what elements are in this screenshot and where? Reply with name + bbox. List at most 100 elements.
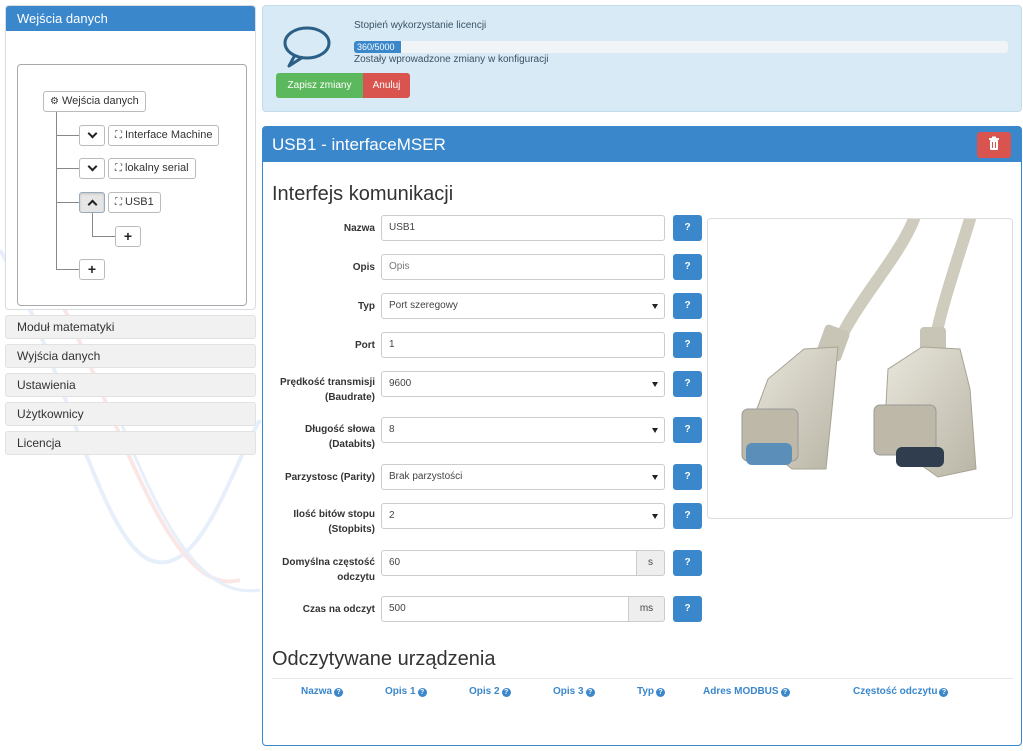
sidebar-item-math-module[interactable]: Moduł matematyki <box>5 315 256 339</box>
device-panel: USB1 - interfaceMSER Interfejs komunikac… <box>262 126 1022 746</box>
type-select-value: Port szeregowy <box>389 300 458 311</box>
save-changes-button[interactable]: Zapisz zmiany <box>276 73 363 98</box>
add-input-button[interactable]: + <box>79 259 105 280</box>
label-read-frequency-line2: odczytu <box>337 572 375 583</box>
tree-line <box>92 213 93 237</box>
expand-button[interactable] <box>79 125 105 146</box>
help-button-type[interactable]: ? <box>673 293 702 319</box>
chevron-down-icon <box>87 128 97 139</box>
tree-node-lokalny-serial[interactable]: ⛶ lokalny serial <box>108 158 196 179</box>
tree-node-label: USB1 <box>125 196 154 208</box>
tree-node-label: lokalny serial <box>125 162 189 174</box>
help-button-baudrate[interactable]: ? <box>673 371 702 397</box>
question-circle-icon[interactable]: ? <box>585 688 595 697</box>
help-button-read-frequency[interactable]: ? <box>673 550 702 576</box>
question-circle-icon[interactable]: ? <box>656 688 666 697</box>
sidebar-item-license[interactable]: Licencja <box>5 431 256 455</box>
caret-down-icon <box>652 514 658 519</box>
baudrate-select[interactable]: 9600 <box>381 371 665 397</box>
question-circle-icon[interactable]: ? <box>417 688 427 697</box>
stopbits-select[interactable]: 2 <box>381 503 665 529</box>
tree-line <box>56 202 80 203</box>
column-header-label: Opis 3 <box>553 686 584 697</box>
help-button-stopbits[interactable]: ? <box>673 503 702 529</box>
help-button-parity[interactable]: ? <box>673 464 702 490</box>
read-timeout-unit: ms <box>628 596 665 622</box>
column-header-desc2[interactable]: Opis 2? <box>469 686 511 697</box>
type-select[interactable]: Port szeregowy <box>381 293 665 319</box>
read-frequency-unit: s <box>636 550 665 576</box>
question-circle-icon[interactable]: ? <box>334 688 344 697</box>
port-input[interactable]: 1 <box>381 332 665 358</box>
sidebar-item-settings[interactable]: Ustawienia <box>5 373 256 397</box>
name-input[interactable]: USB1 <box>381 215 665 241</box>
column-header-name[interactable]: Nazwa? <box>301 686 344 697</box>
caret-down-icon <box>652 475 658 480</box>
label-databits-line2: (Databits) <box>328 439 375 450</box>
help-button-read-timeout[interactable]: ? <box>673 596 702 622</box>
help-button-description[interactable]: ? <box>673 254 702 280</box>
label-parity: Parzystosc (Parity) <box>284 472 375 483</box>
plus-icon: + <box>123 228 133 244</box>
column-header-label: Adres MODBUS <box>703 686 779 697</box>
sidebar: Wejścia danych ⚙ Wejścia danych ⛶ Interfac… <box>5 5 256 455</box>
help-button-name[interactable]: ? <box>673 215 702 241</box>
cancel-button[interactable]: Anuluj <box>363 73 410 98</box>
sitemap-icon: ⛶ <box>115 197 122 208</box>
license-title: Stopień wykorzystanie licencji <box>354 20 487 31</box>
column-header-desc1[interactable]: Opis 1? <box>385 686 427 697</box>
parity-select[interactable]: Brak parzystości <box>381 464 665 490</box>
question-circle-icon[interactable]: ? <box>780 688 790 697</box>
label-description: Opis <box>352 262 375 273</box>
caret-down-icon <box>652 428 658 433</box>
inputs-panel-title[interactable]: Wejścia danych <box>6 6 255 31</box>
chevron-down-icon <box>87 161 97 172</box>
inputs-panel: Wejścia danych ⚙ Wejścia danych ⛶ Interfac… <box>5 5 256 310</box>
tree-node-usb1[interactable]: ⛶ USB1 <box>108 192 161 213</box>
stopbits-select-value: 2 <box>389 510 395 521</box>
help-button-port[interactable]: ? <box>673 332 702 358</box>
column-header-read-frequency[interactable]: Częstość odczytu? <box>853 686 949 697</box>
parity-select-value: Brak parzystości <box>389 471 463 482</box>
column-header-label: Częstość odczytu <box>853 686 938 697</box>
tree-node-label: Interface Machine <box>125 129 213 141</box>
help-button-databits[interactable]: ? <box>673 417 702 443</box>
label-name: Nazwa <box>343 223 375 234</box>
chevron-up-icon <box>87 199 97 210</box>
section-title-devices: Odczytywane urządzenia <box>272 648 496 670</box>
trash-icon <box>989 136 999 150</box>
databits-select[interactable]: 8 <box>381 417 665 443</box>
label-read-frequency: Domyślna częstość odczytu <box>263 555 375 585</box>
column-header-label: Typ <box>637 686 655 697</box>
tree-root-node[interactable]: ⚙ Wejścia danych <box>43 91 146 112</box>
tree-line <box>56 168 80 169</box>
question-circle-icon[interactable]: ? <box>501 688 511 697</box>
changes-note: Zostały wprowadzone zmiany w konfiguracj… <box>354 54 549 65</box>
sidebar-item-outputs[interactable]: Wyjścia danych <box>5 344 256 368</box>
label-baudrate-line2: (Baudrate) <box>324 392 375 403</box>
column-header-label: Nazwa <box>301 686 333 697</box>
label-read-timeout: Czas na odczyt <box>302 604 375 615</box>
delete-button[interactable] <box>977 132 1011 158</box>
read-frequency-input[interactable]: 60 <box>381 550 637 576</box>
column-header-modbus-address[interactable]: Adres MODBUS? <box>703 686 790 697</box>
sidebar-item-users[interactable]: Użytkownicy <box>5 402 256 426</box>
collapse-button[interactable] <box>79 192 105 213</box>
column-header-type[interactable]: Typ? <box>637 686 666 697</box>
inputs-panel-body: ⚙ Wejścia danych ⛶ Interface Machine ⛶ loka… <box>6 31 255 309</box>
tree-line <box>92 236 116 237</box>
label-databits: Długość słowa (Databits) <box>263 422 375 452</box>
expand-button[interactable] <box>79 158 105 179</box>
tree-line <box>56 135 80 136</box>
description-input[interactable]: Opis <box>381 254 665 280</box>
add-child-button[interactable]: + <box>115 226 141 247</box>
license-progress-bar: 360/5000 <box>354 41 1008 53</box>
label-port: Port <box>355 340 375 351</box>
read-timeout-input[interactable]: 500 <box>381 596 638 622</box>
label-type: Typ <box>357 301 375 312</box>
question-circle-icon[interactable]: ? <box>939 688 949 697</box>
tree-node-interface-machine[interactable]: ⛶ Interface Machine <box>108 125 220 146</box>
column-header-desc3[interactable]: Opis 3? <box>553 686 595 697</box>
device-title: USB1 - interfaceMSER <box>272 135 446 154</box>
column-header-label: Opis 1 <box>385 686 416 697</box>
